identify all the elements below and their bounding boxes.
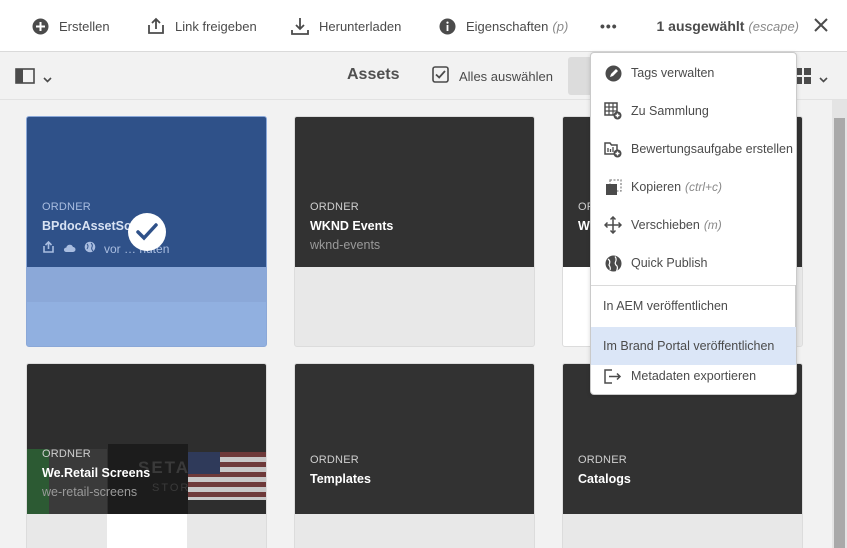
card-type: ORDNER	[42, 448, 91, 460]
card-type: ORDNER	[42, 201, 91, 213]
add-to-collection-icon	[603, 101, 623, 121]
folder-card[interactable]: ORDNER Templates	[294, 363, 535, 548]
menu-item-shortcut: (ctrl+c)	[685, 180, 723, 194]
menu-item-manage-tags[interactable]: Tags verwalten	[591, 54, 796, 92]
folder-card[interactable]: ORDNER WKND Events wknd-events	[294, 116, 535, 347]
close-icon[interactable]	[812, 16, 830, 34]
thumbnail-flag	[188, 452, 266, 500]
card-preview-strip	[107, 514, 187, 548]
flag-canton	[188, 452, 220, 474]
menu-item-label: Tags verwalten	[631, 66, 715, 80]
menu-item-label: Kopieren	[631, 180, 682, 194]
rail-icon	[15, 68, 35, 89]
properties-label: Eigenschaften	[466, 18, 549, 34]
card-selection-band	[27, 302, 266, 346]
folder-card[interactable]: SETA STORE ORDNER We.Retail Screens we-r…	[26, 363, 267, 548]
menu-item-label: Metadaten exportieren	[631, 369, 757, 383]
globe-icon	[84, 241, 96, 256]
card-type: ORDNER	[578, 454, 627, 466]
card-title: We.Retail Screens	[42, 466, 151, 480]
select-all-label: Alles auswählen	[459, 68, 553, 84]
select-all-button[interactable]: Alles auswählen	[432, 52, 553, 100]
info-icon	[439, 18, 456, 35]
more-button[interactable]: •••	[600, 0, 618, 52]
card-view-icon	[795, 68, 811, 89]
selected-check-icon[interactable]	[128, 213, 166, 251]
card-type: ORDNER	[310, 201, 359, 213]
menu-item-add-to-collection[interactable]: Zu Sammlung	[591, 92, 796, 130]
menu-item-shortcut: (m)	[703, 218, 722, 232]
cloud-icon	[63, 242, 76, 256]
page-title: Assets	[347, 66, 400, 83]
action-bar: Erstellen Link freigeben Herunterladen E…	[0, 0, 847, 52]
tag-icon	[603, 63, 623, 83]
menu-divider	[591, 285, 796, 286]
menu-item-label: In AEM veröffentlichen	[603, 299, 728, 313]
card-title: Templates	[310, 472, 371, 486]
menu-item-publish-aem[interactable]: In AEM veröffentlichen	[591, 287, 796, 325]
card-type: ORDNER	[310, 454, 359, 466]
menu-item-export-metadata[interactable]: Metadaten exportieren	[591, 357, 796, 395]
menu-item-label: Verschieben	[631, 218, 700, 232]
menu-item-label: Bewertungsaufgabe erstellen	[631, 142, 793, 156]
chevron-down-icon	[819, 70, 828, 88]
rail-toggle-button[interactable]	[15, 68, 52, 89]
selection-shortcut: (escape)	[748, 18, 799, 34]
selection-count-text: 1 ausgewählt	[656, 18, 745, 34]
menu-item-label: Zu Sammlung	[631, 104, 709, 118]
card-info: ORDNER Templates	[310, 454, 371, 486]
review-task-icon	[603, 139, 623, 159]
card-info: ORDNER Catalogs	[578, 454, 631, 486]
globe-icon	[603, 253, 623, 273]
download-button[interactable]: Herunterladen	[291, 0, 401, 52]
view-switcher[interactable]	[795, 68, 828, 89]
card-info: ORDNER We.Retail Screens we-retail-scree…	[42, 448, 150, 499]
menu-item-create-review-task[interactable]: Bewertungsaufgabe erstellen	[591, 130, 796, 168]
selection-count: 1 ausgewählt (escape)	[657, 0, 800, 52]
checkbox-icon	[432, 66, 449, 86]
add-circle-icon	[32, 18, 49, 35]
card-title: WKND Events	[310, 219, 394, 233]
menu-item-copy[interactable]: Kopieren (ctrl+c)	[591, 168, 796, 206]
menu-item-label: Im Brand Portal veröffentlichen	[603, 339, 775, 353]
create-label: Erstellen	[59, 18, 110, 34]
download-label: Herunterladen	[319, 18, 402, 34]
more-icon: •••	[600, 18, 618, 34]
card-thumbnail	[295, 364, 534, 514]
card-info: ORDNER WKND Events wknd-events	[310, 201, 393, 252]
scrollbar-thumb[interactable]	[834, 118, 845, 548]
export-icon	[603, 366, 623, 386]
download-icon	[291, 17, 309, 35]
more-actions-menu: Tags verwalten Zu Sammlung Bewertungsauf…	[590, 52, 797, 395]
create-button[interactable]: Erstellen	[32, 0, 110, 52]
share-link-button[interactable]: Link freigeben	[147, 0, 257, 52]
card-preview-strip	[563, 267, 593, 346]
chevron-down-icon	[43, 70, 52, 88]
copy-icon	[603, 177, 623, 197]
upload-icon	[42, 240, 55, 256]
properties-button[interactable]: Eigenschaften (p)	[439, 0, 568, 52]
share-icon	[147, 17, 165, 35]
menu-item-quick-publish[interactable]: Quick Publish	[591, 244, 796, 282]
card-title: Catalogs	[578, 472, 631, 486]
menu-item-move[interactable]: Verschieben (m)	[591, 206, 796, 244]
share-link-label: Link freigeben	[175, 18, 257, 34]
card-subtitle: wknd-events	[310, 238, 381, 252]
properties-shortcut: (p)	[552, 18, 569, 34]
folder-card[interactable]: ORDNER BPdocAssetSourc vor … nuten	[26, 116, 267, 347]
move-icon	[603, 215, 623, 235]
menu-item-label: Quick Publish	[631, 256, 708, 270]
card-subtitle: we-retail-screens	[42, 485, 138, 499]
